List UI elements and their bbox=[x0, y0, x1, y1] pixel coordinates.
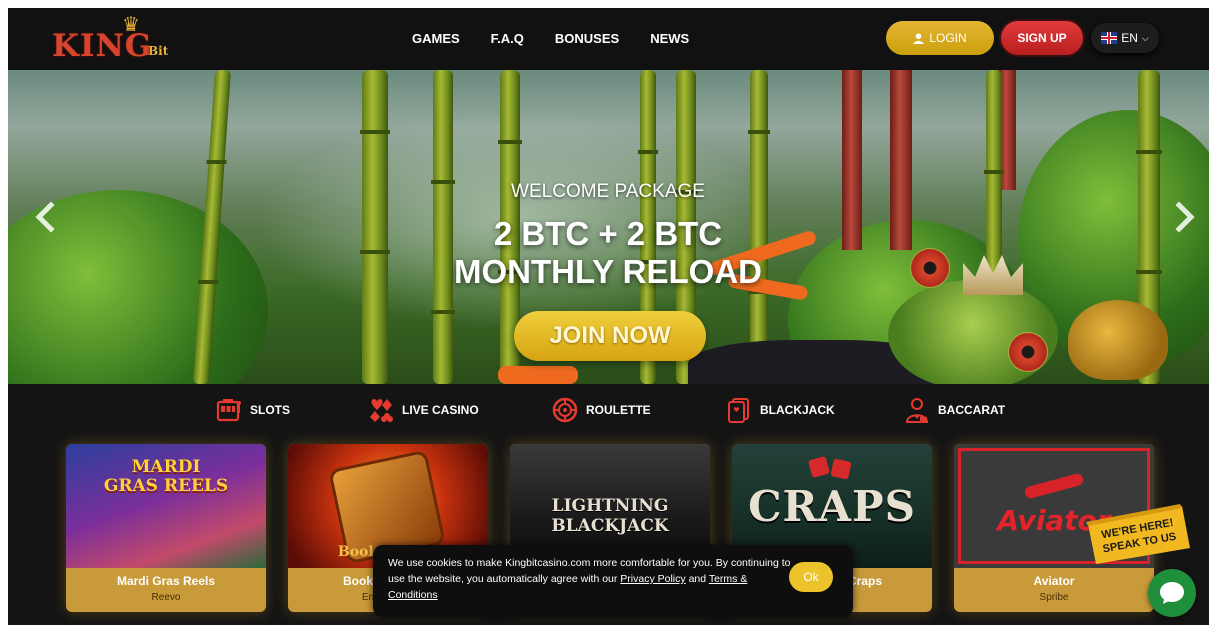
live-chat-button[interactable] bbox=[1148, 569, 1196, 617]
nav-news[interactable]: NEWS bbox=[650, 31, 689, 46]
hero-line-2: MONTHLY RELOAD bbox=[453, 253, 763, 290]
chat-badge-shape: WE'RE HERE! SPEAK TO US bbox=[1086, 504, 1190, 564]
signup-label: SIGN UP bbox=[1017, 31, 1067, 45]
site-logo[interactable]: ♛ KING Bit bbox=[52, 14, 182, 64]
game-name: Aviator bbox=[1033, 574, 1075, 588]
cookie-banner: We use cookies to make Kingbitcasino.com… bbox=[373, 545, 853, 617]
category-live-casino-label: LIVE CASINO bbox=[402, 403, 479, 417]
temple-pillar bbox=[890, 70, 912, 250]
category-roulette-label: ROULETTE bbox=[586, 403, 651, 417]
cookie-and: and bbox=[685, 573, 709, 585]
page-frame: ♛ KING Bit GAMES F.A.Q BONUSES NEWS LOGI… bbox=[8, 8, 1209, 625]
frog-eye bbox=[910, 248, 950, 288]
logo-text: KING bbox=[52, 28, 153, 64]
roulette-icon bbox=[552, 397, 578, 423]
category-blackjack[interactable]: BLACKJACK bbox=[726, 397, 835, 423]
category-roulette[interactable]: ROULETTE bbox=[552, 397, 651, 423]
login-label: LOGIN bbox=[929, 31, 967, 45]
join-now-button[interactable]: JOIN NOW bbox=[514, 311, 706, 361]
chevron-down-icon: ⌵ bbox=[1141, 32, 1149, 43]
cookie-ok-button[interactable]: Ok bbox=[789, 562, 833, 592]
user-icon bbox=[913, 32, 925, 44]
game-thumbnail: MARDI GRAS REELS bbox=[66, 444, 266, 568]
nav-games[interactable]: GAMES bbox=[412, 31, 460, 46]
category-baccarat[interactable]: BACCARAT bbox=[904, 397, 1005, 423]
playing-card-icon bbox=[726, 397, 752, 423]
dice-icon bbox=[807, 455, 831, 479]
hero-banner: WELCOME PACKAGE 2 BTC + 2 BTC MONTHLY RE… bbox=[8, 70, 1209, 384]
hero-subtitle: WELCOME PACKAGE bbox=[511, 181, 705, 202]
category-blackjack-label: BLACKJACK bbox=[760, 403, 835, 417]
logo-subtext: Bit bbox=[148, 44, 169, 58]
category-baccarat-label: BACCARAT bbox=[938, 403, 1006, 417]
main-nav: GAMES F.A.Q BONUSES NEWS bbox=[412, 31, 689, 46]
hero-next-arrow[interactable] bbox=[1163, 198, 1198, 238]
privacy-policy-link[interactable]: Privacy Policy bbox=[620, 573, 685, 585]
slot-machine-icon bbox=[216, 397, 242, 423]
category-slots-label: SLOTS bbox=[250, 403, 291, 417]
frog-eye bbox=[1008, 332, 1048, 372]
cookie-message: We use cookies to make Kingbitcasino.com… bbox=[388, 555, 793, 603]
game-art-title: LIGHTNING BLACKJACK bbox=[551, 496, 669, 536]
card-suits-icon bbox=[368, 397, 394, 423]
category-live-casino[interactable]: LIVE CASINO bbox=[368, 397, 479, 423]
hero-line-1: 2 BTC + 2 BTC bbox=[493, 215, 723, 252]
site-header: ♛ KING Bit GAMES F.A.Q BONUSES NEWS LOGI… bbox=[8, 8, 1209, 70]
language-selector[interactable]: EN ⌵ bbox=[1091, 23, 1159, 53]
category-slots[interactable]: SLOTS bbox=[216, 397, 290, 423]
nav-faq[interactable]: F.A.Q bbox=[491, 31, 524, 46]
game-card-mardi-gras[interactable]: MARDI GRAS REELS Mardi Gras Reels Reevo bbox=[66, 444, 266, 612]
temple-pillar bbox=[842, 70, 862, 250]
signup-button[interactable]: SIGN UP bbox=[1001, 21, 1083, 55]
dealer-icon bbox=[904, 397, 930, 423]
uk-flag-icon bbox=[1101, 32, 1118, 44]
game-art-title: MARDI GRAS REELS bbox=[103, 457, 229, 496]
hero-prev-arrow[interactable] bbox=[35, 198, 67, 238]
chat-bubble-icon bbox=[1160, 582, 1184, 604]
game-provider: Reevo bbox=[151, 592, 181, 603]
dice-icon bbox=[830, 458, 852, 480]
login-button[interactable]: LOGIN bbox=[886, 21, 994, 55]
gold-pot bbox=[1068, 300, 1168, 380]
game-provider: Spribe bbox=[1039, 592, 1069, 603]
language-label: EN bbox=[1121, 31, 1138, 45]
game-art-title: CRAPS bbox=[748, 482, 916, 531]
frog-foot bbox=[498, 366, 578, 384]
game-name: Mardi Gras Reels bbox=[116, 574, 216, 588]
hero-headline: 2 BTC + 2 BTC MONTHLY RELOAD bbox=[378, 215, 838, 291]
nav-bonuses[interactable]: BONUSES bbox=[555, 31, 619, 46]
chat-badge[interactable]: WE'RE HERE! SPEAK TO US bbox=[1086, 504, 1192, 570]
game-categories: SLOTS LIVE CASINO ROULETTE BLACKJACK BAC… bbox=[8, 384, 1209, 436]
